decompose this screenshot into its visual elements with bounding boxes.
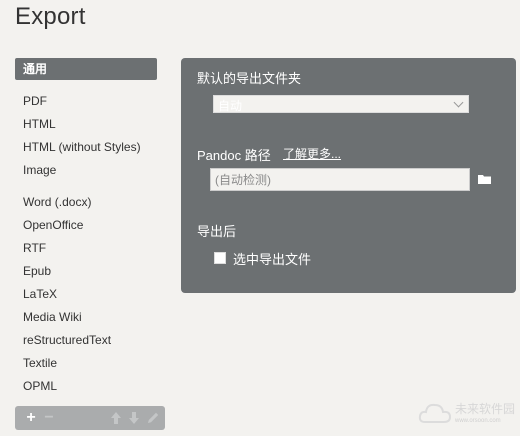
pandoc-learn-more-link[interactable]: 了解更多... [283, 145, 341, 162]
arrow-up-icon[interactable] [109, 406, 123, 430]
sidebar-item-restructuredtext[interactable]: reStructuredText [23, 333, 111, 347]
sidebar-item-textile[interactable]: Textile [23, 356, 57, 370]
arrow-down-icon[interactable] [127, 406, 141, 430]
sidebar-item-html-without-styles[interactable]: HTML (without Styles) [23, 140, 141, 154]
sidebar-group-general[interactable]: 通用 [15, 58, 157, 80]
page-title: Export [15, 3, 86, 30]
pandoc-path-input[interactable] [210, 168, 470, 191]
default-folder-label: 默认的导出文件夹 [197, 71, 302, 86]
sidebar-item-opml[interactable]: OPML [23, 379, 57, 393]
export-settings-panel: 默认的导出文件夹 自动 Pandoc 路径 了解更多... 导出后 选中导出文件 [181, 58, 516, 293]
after-export-label: 导出后 [197, 224, 237, 239]
sidebar-item-word[interactable]: Word (.docx) [23, 195, 91, 209]
sidebar-item-latex[interactable]: LaTeX [23, 287, 57, 301]
watermark-text: 未来软件园 [455, 402, 516, 416]
chevron-down-icon [453, 97, 464, 108]
folder-icon[interactable] [478, 174, 492, 185]
sidebar-item-media-wiki[interactable]: Media Wiki [23, 310, 82, 324]
sidebar-item-image[interactable]: Image [23, 163, 56, 177]
export-format-sidebar: 通用 PDF HTML HTML (without Styles) Image … [15, 58, 157, 393]
select-exported-file-checkbox[interactable] [214, 252, 226, 264]
watermark-logo: 未来软件园 www.orsoon.com [417, 396, 517, 432]
sidebar-toolbar: + − [15, 406, 165, 430]
default-folder-value: 自动 [218, 99, 243, 113]
sidebar-item-openoffice[interactable]: OpenOffice [23, 218, 83, 232]
minus-icon[interactable]: − [42, 406, 56, 430]
pandoc-path-label: Pandoc 路径 [197, 148, 271, 163]
cloud-icon [418, 403, 452, 423]
select-exported-file-label: 选中导出文件 [233, 252, 312, 267]
pencil-icon[interactable] [146, 406, 160, 430]
plus-icon[interactable]: + [24, 406, 38, 430]
watermark-subtext: www.orsoon.com [455, 418, 501, 424]
sidebar-item-pdf[interactable]: PDF [23, 94, 47, 108]
sidebar-item-epub[interactable]: Epub [23, 264, 51, 278]
sidebar-item-rtf[interactable]: RTF [23, 241, 46, 255]
sidebar-item-html[interactable]: HTML [23, 117, 56, 131]
default-folder-select[interactable]: 自动 [213, 95, 469, 113]
